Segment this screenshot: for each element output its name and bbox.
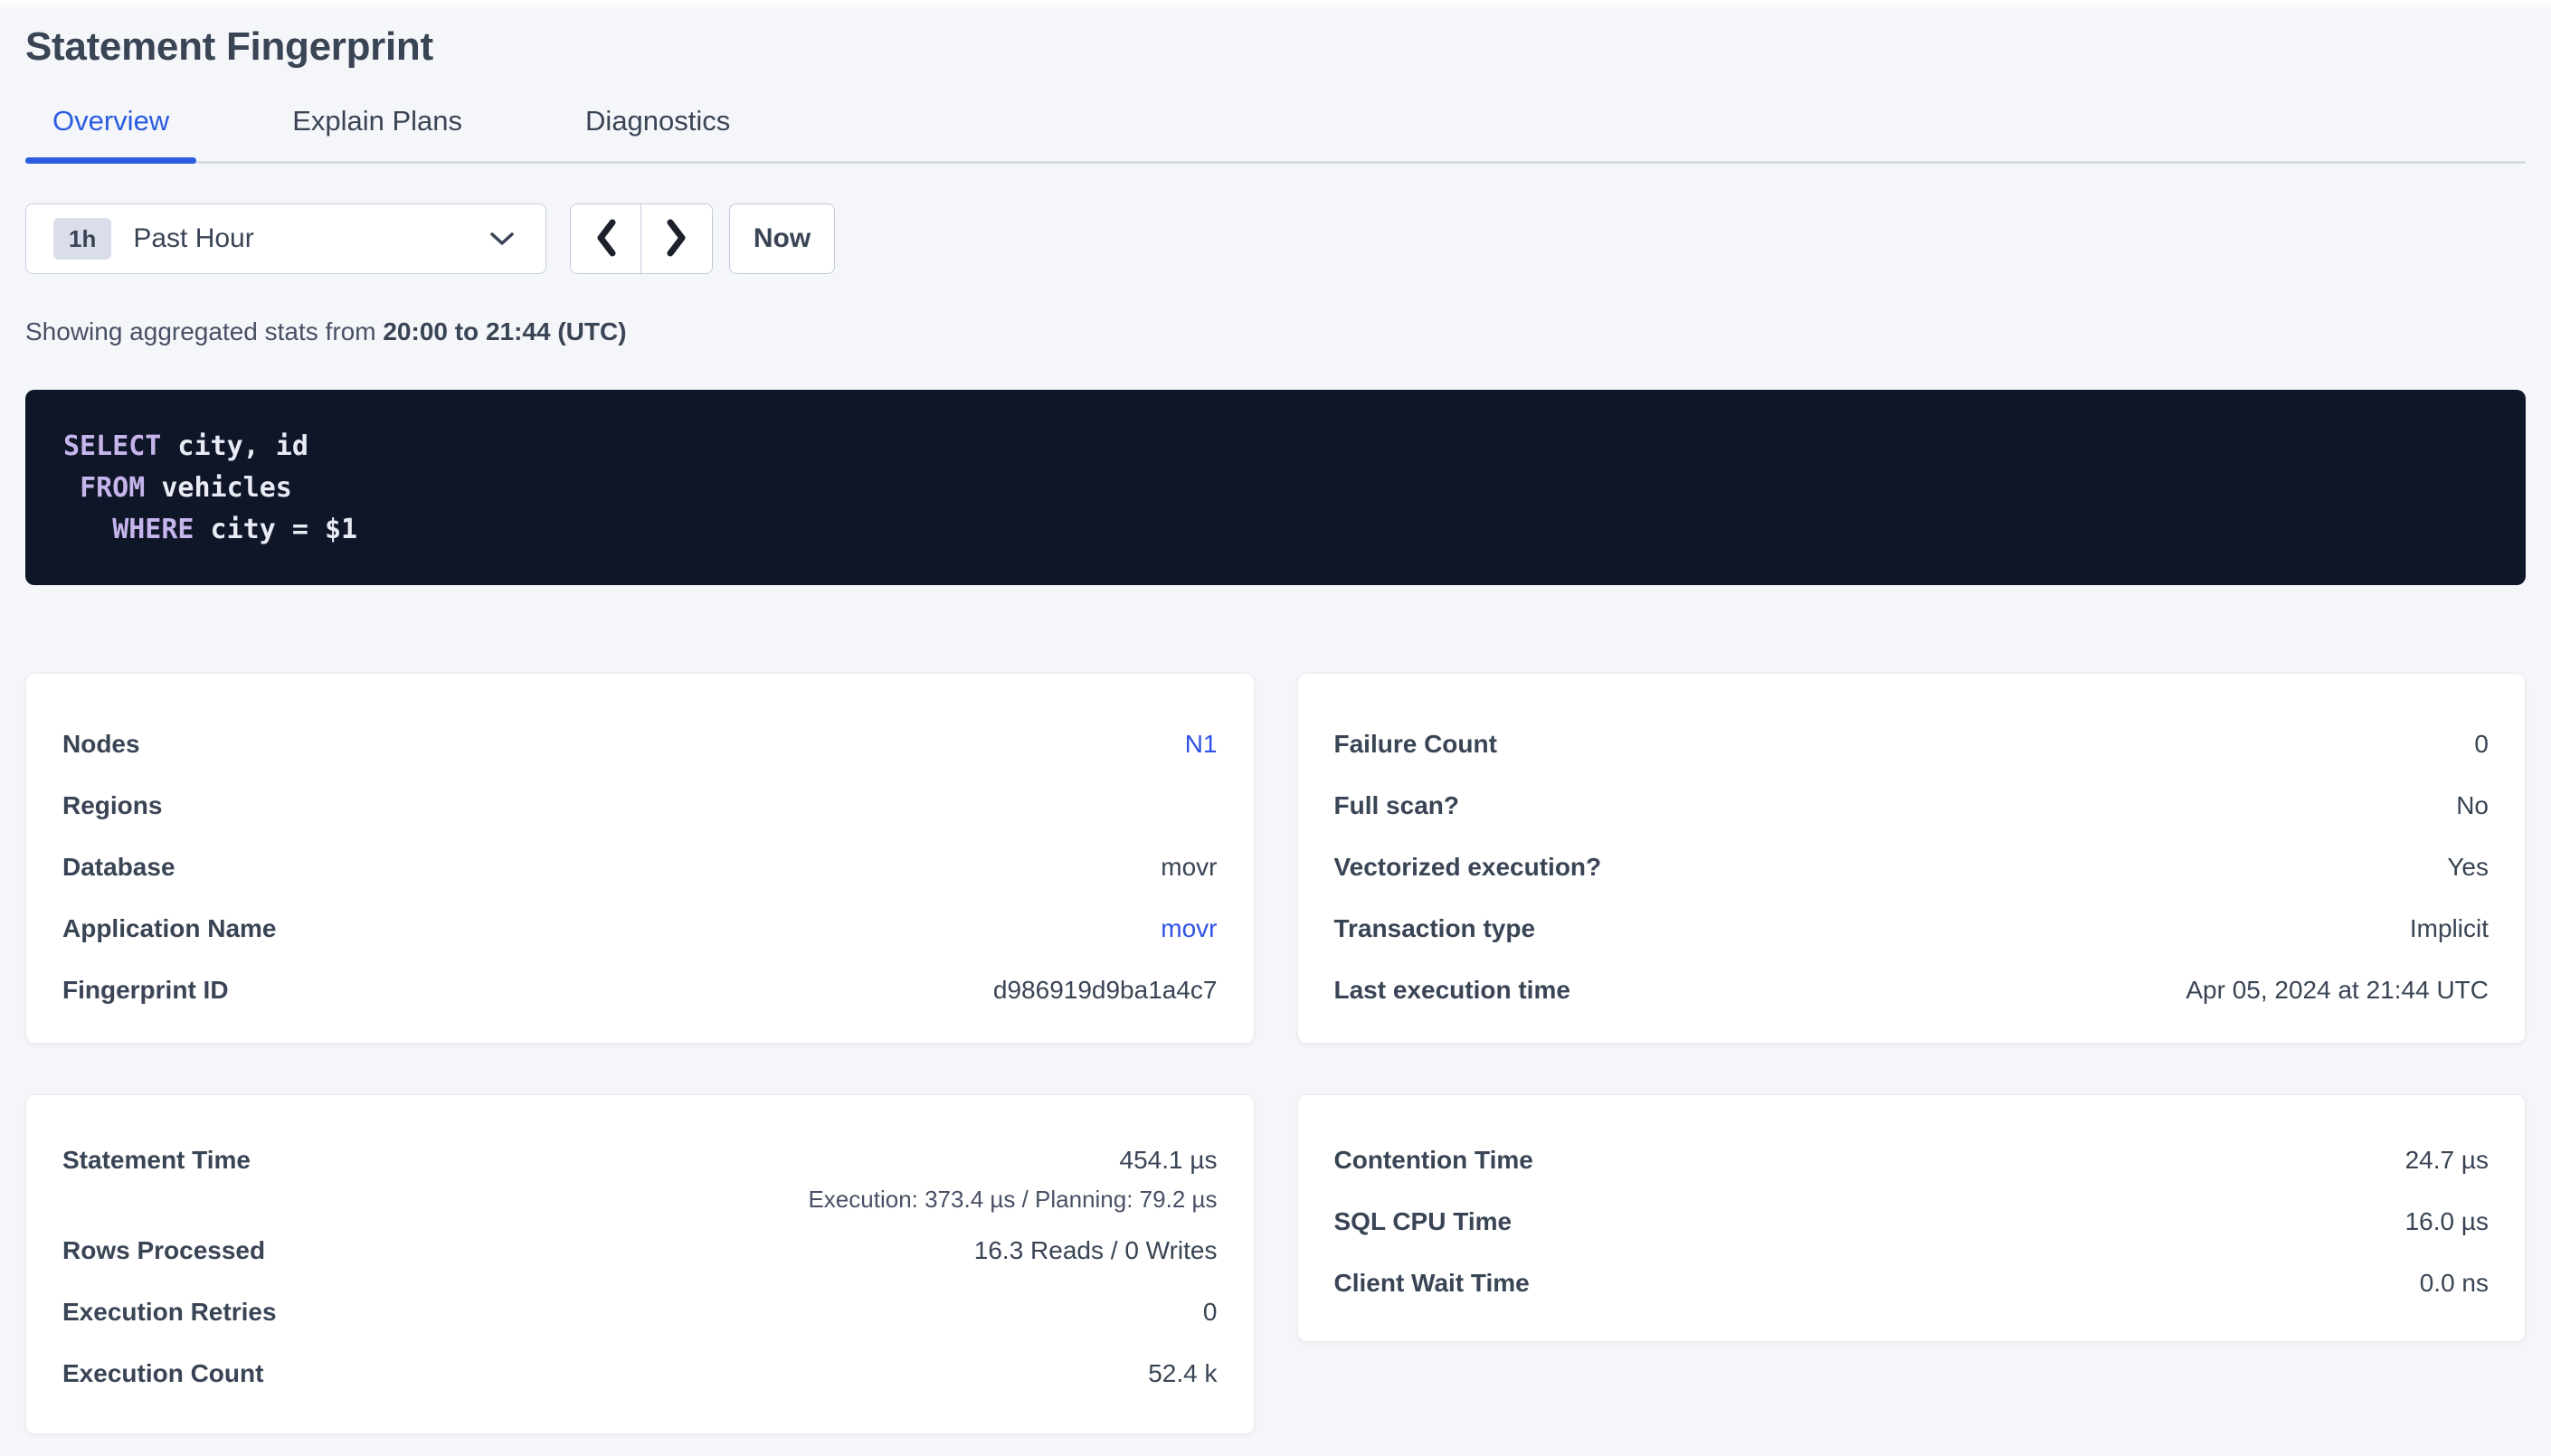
details-card: Nodes N1 Regions Database movr Applicati…	[25, 673, 1255, 1044]
row-execution-retries: Execution Retries 0	[62, 1298, 1218, 1359]
row-sql-cpu-time: SQL CPU Time 16.0 µs	[1334, 1207, 2489, 1269]
row-label: Database	[62, 853, 175, 882]
row-label: Last execution time	[1334, 976, 1570, 1005]
row-vectorized-execution: Vectorized execution? Yes	[1334, 853, 2489, 914]
row-last-execution-time: Last execution time Apr 05, 2024 at 21:4…	[1334, 976, 2489, 1007]
row-label: Statement Time	[62, 1146, 251, 1175]
tab-bar: Overview Explain Plans Diagnostics	[25, 105, 2526, 164]
execution-retries-value: 0	[1203, 1298, 1218, 1327]
tab-overview[interactable]: Overview	[25, 105, 196, 161]
statement-fingerprint-page: Statement Fingerprint Overview Explain P…	[0, 22, 2551, 1434]
aggregation-note-prefix: Showing aggregated stats from	[25, 317, 383, 345]
sql-indent	[63, 472, 80, 504]
chevron-down-icon	[489, 231, 515, 247]
rows-processed-value: 16.3 Reads / 0 Writes	[974, 1236, 1218, 1265]
sql-indent	[63, 514, 112, 545]
row-label: Application Name	[62, 914, 276, 943]
row-label: Fingerprint ID	[62, 976, 229, 1005]
chevron-right-icon	[663, 217, 690, 261]
chevron-left-icon	[593, 217, 620, 261]
row-failure-count: Failure Count 0	[1334, 730, 2489, 791]
row-client-wait-time: Client Wait Time 0.0 ns	[1334, 1269, 2489, 1300]
resource-usage-card: Contention Time 24.7 µs SQL CPU Time 16.…	[1297, 1094, 2527, 1342]
row-transaction-type: Transaction type Implicit	[1334, 914, 2489, 976]
statement-time-values: 454.1 µs Execution: 373.4 µs / Planning:…	[808, 1146, 1217, 1214]
aggregation-note: Showing aggregated stats from 20:00 to 2…	[25, 317, 2526, 346]
row-nodes: Nodes N1	[62, 730, 1218, 791]
previous-time-button[interactable]	[571, 204, 641, 273]
database-value: movr	[1161, 853, 1217, 882]
sql-text: city, id	[161, 430, 308, 462]
nodes-link[interactable]: N1	[1185, 730, 1218, 759]
sql-keyword: SELECT	[63, 430, 161, 462]
row-label: Nodes	[62, 730, 140, 759]
summary-cards-row-2: Statement Time 454.1 µs Execution: 373.4…	[25, 1094, 2526, 1434]
application-name-link[interactable]: movr	[1161, 914, 1217, 943]
row-label: Rows Processed	[62, 1236, 265, 1265]
statement-time-value: 454.1 µs	[1120, 1146, 1218, 1175]
execution-count-value: 52.4 k	[1148, 1359, 1217, 1388]
row-full-scan: Full scan? No	[1334, 791, 2489, 853]
top-strip	[0, 0, 2551, 7]
row-contention-time: Contention Time 24.7 µs	[1334, 1146, 2489, 1207]
time-range-label: Past Hour	[133, 223, 253, 254]
time-step-buttons	[570, 203, 713, 274]
sql-text: city = $1	[194, 514, 358, 545]
sql-text: vehicles	[145, 472, 292, 504]
interval-badge: 1h	[53, 218, 111, 260]
contention-time-value: 24.7 µs	[2405, 1146, 2489, 1175]
execution-attributes-card: Failure Count 0 Full scan? No Vectorized…	[1297, 673, 2527, 1044]
tab-explain-plans[interactable]: Explain Plans	[265, 105, 489, 161]
row-label: Execution Retries	[62, 1298, 277, 1327]
time-controls: 1h Past Hour	[25, 203, 2526, 274]
sql-keyword: FROM	[80, 472, 145, 504]
tab-diagnostics[interactable]: Diagnostics	[558, 105, 757, 161]
row-statement-time: Statement Time 454.1 µs Execution: 373.4…	[62, 1146, 1218, 1236]
row-label: Client Wait Time	[1334, 1269, 1530, 1298]
row-fingerprint-id: Fingerprint ID d986919d9ba1a4c7	[62, 976, 1218, 1007]
time-range-picker[interactable]: 1h Past Hour	[25, 203, 546, 274]
fingerprint-id-value: d986919d9ba1a4c7	[993, 976, 1218, 1005]
row-label: Execution Count	[62, 1359, 263, 1388]
timing-card: Statement Time 454.1 µs Execution: 373.4…	[25, 1094, 1255, 1434]
sql-statement-box: SELECT city, id FROM vehicles WHERE city…	[25, 390, 2526, 585]
row-label: Transaction type	[1334, 914, 1536, 943]
full-scan-value: No	[2456, 791, 2489, 820]
sql-keyword: WHERE	[112, 514, 194, 545]
row-label: Failure Count	[1334, 730, 1497, 759]
row-label: Full scan?	[1334, 791, 1459, 820]
next-time-button[interactable]	[641, 204, 712, 273]
row-label: Vectorized execution?	[1334, 853, 1602, 882]
failure-count-value: 0	[2474, 730, 2489, 759]
vectorized-execution-value: Yes	[2447, 853, 2489, 882]
row-label: Contention Time	[1334, 1146, 1533, 1175]
page-title: Statement Fingerprint	[25, 22, 2526, 72]
transaction-type-value: Implicit	[2410, 914, 2489, 943]
row-database: Database movr	[62, 853, 1218, 914]
summary-cards-row-1: Nodes N1 Regions Database movr Applicati…	[25, 673, 2526, 1044]
row-rows-processed: Rows Processed 16.3 Reads / 0 Writes	[62, 1236, 1218, 1298]
row-label: Regions	[62, 791, 162, 820]
row-label: SQL CPU Time	[1334, 1207, 1513, 1236]
now-button[interactable]: Now	[729, 203, 835, 274]
aggregation-note-range: 20:00 to 21:44 (UTC)	[383, 317, 626, 345]
row-regions: Regions	[62, 791, 1218, 853]
sql-cpu-time-value: 16.0 µs	[2405, 1207, 2489, 1236]
last-execution-time-value: Apr 05, 2024 at 21:44 UTC	[2186, 976, 2489, 1005]
statement-time-breakdown: Execution: 373.4 µs / Planning: 79.2 µs	[808, 1186, 1217, 1214]
row-application-name: Application Name movr	[62, 914, 1218, 976]
client-wait-time-value: 0.0 ns	[2420, 1269, 2489, 1298]
row-execution-count: Execution Count 52.4 k	[62, 1359, 1218, 1390]
